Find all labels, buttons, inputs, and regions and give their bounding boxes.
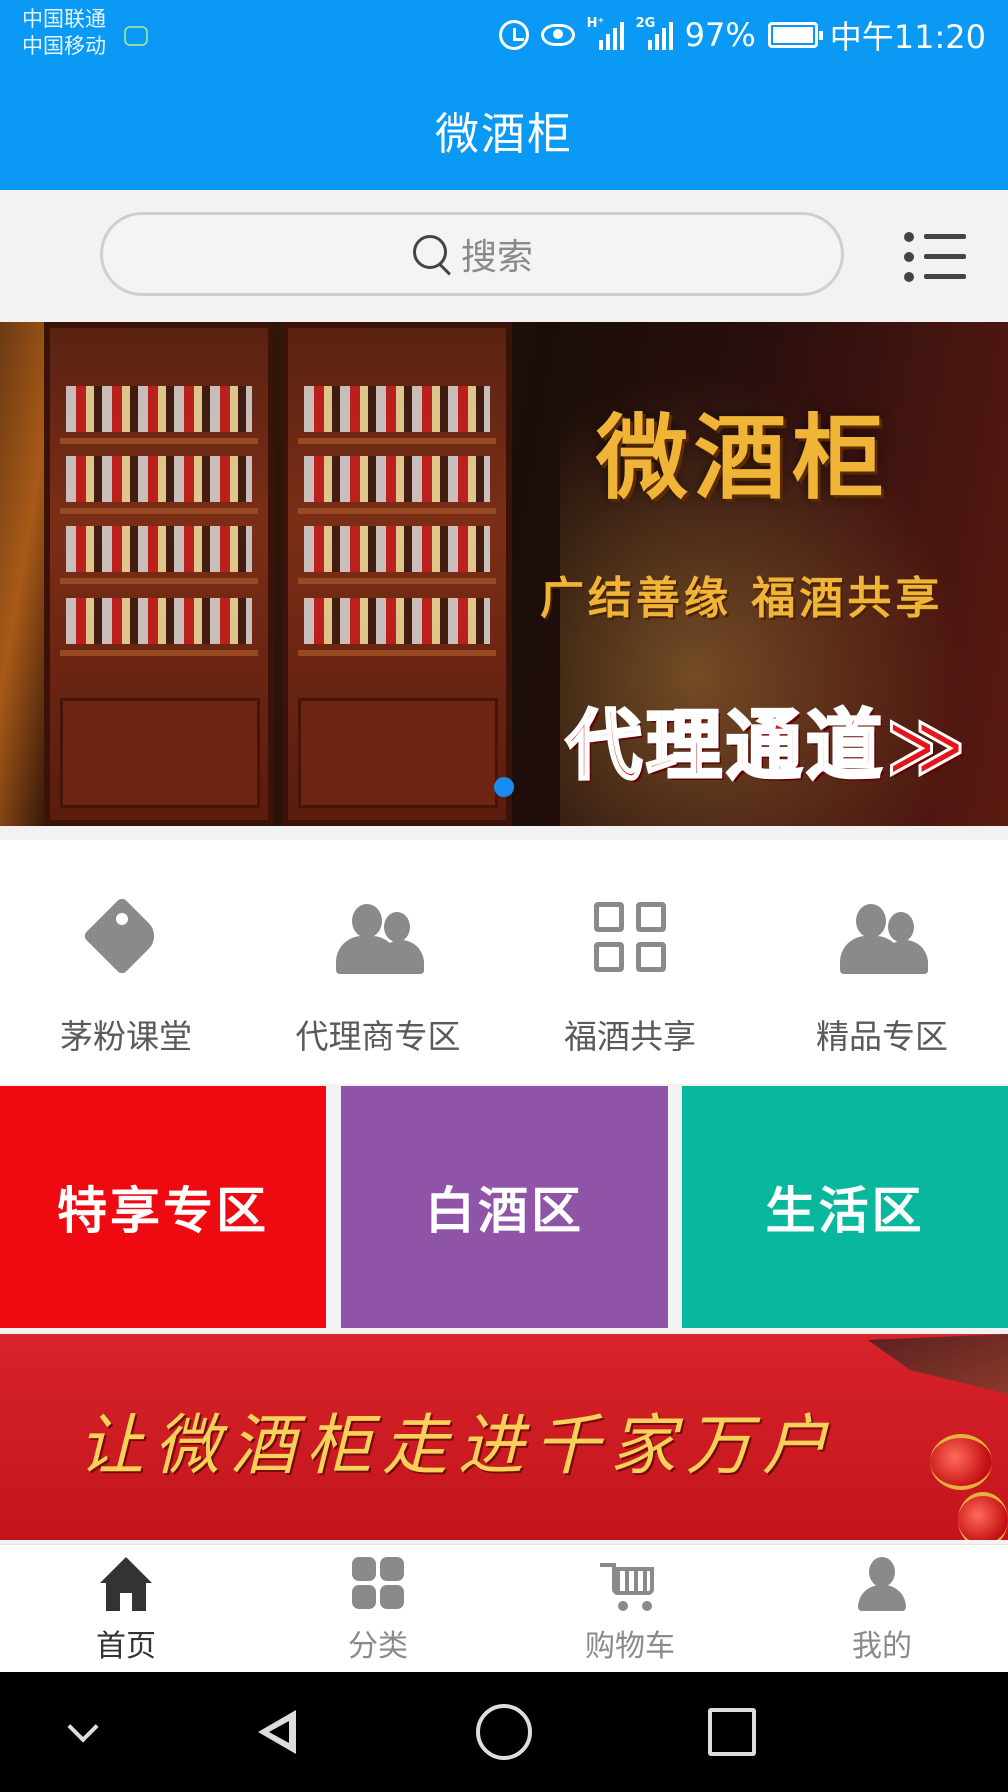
lantern-decoration bbox=[958, 1492, 1008, 1540]
nav-home[interactable]: 首页 bbox=[0, 1545, 252, 1673]
notification-message-icon bbox=[124, 26, 148, 46]
tile-exclusive-zone[interactable]: 特享专区 bbox=[0, 1086, 326, 1328]
menu-item-label: 代理商专区 bbox=[295, 1017, 461, 1056]
signal-2-icon: 2G bbox=[636, 16, 673, 50]
signal-1-label: H⁺ bbox=[586, 16, 605, 31]
banner-title: 微酒柜 bbox=[596, 405, 891, 512]
search-input[interactable]: 搜索 bbox=[100, 212, 844, 296]
hide-nav-icon[interactable] bbox=[54, 1702, 114, 1762]
status-icons: H⁺ 2G 97% 中午11:20 bbox=[498, 12, 986, 58]
profile-icon bbox=[852, 1555, 912, 1615]
system-navigation-bar bbox=[0, 1672, 1008, 1792]
banner-slogan: 广结善缘 福酒共享 bbox=[540, 573, 944, 624]
recent-apps-icon[interactable] bbox=[700, 1702, 760, 1762]
page-title: 微酒柜 bbox=[435, 109, 573, 160]
signal-2-label: 2G bbox=[635, 16, 656, 31]
zone-tiles: 特享专区 白酒区 生活区 bbox=[0, 1086, 1008, 1328]
battery-percent: 97% bbox=[684, 16, 756, 54]
carrier-info: 中国联通 中国移动 bbox=[22, 6, 106, 60]
menu-item-agent-zone[interactable]: 代理商专区 bbox=[252, 840, 504, 1084]
nav-category[interactable]: 分类 bbox=[252, 1545, 504, 1673]
clock: 中午11:20 bbox=[829, 18, 986, 56]
category-icon bbox=[348, 1555, 408, 1615]
users-icon bbox=[836, 902, 928, 980]
promo-banner-text: 让微酒柜走进千家万户 bbox=[78, 1407, 838, 1484]
menu-item-label: 精品专区 bbox=[816, 1017, 948, 1056]
menu-item-label: 福酒共享 bbox=[564, 1017, 696, 1056]
nav-label: 首页 bbox=[96, 1629, 156, 1664]
home-circle-icon[interactable] bbox=[474, 1702, 534, 1762]
nav-cart[interactable]: 购物车 bbox=[504, 1545, 756, 1673]
nav-label: 我的 bbox=[852, 1629, 912, 1664]
search-icon bbox=[411, 233, 453, 275]
tile-baijiu-zone[interactable]: 白酒区 bbox=[341, 1086, 668, 1328]
agent-channel-button[interactable]: 代理通道≫ bbox=[565, 684, 970, 794]
back-icon[interactable] bbox=[252, 1702, 312, 1762]
menu-item-maofen-class[interactable]: 茅粉课堂 bbox=[0, 840, 252, 1084]
status-bar: 中国联通 中国移动 H⁺ 2G 97% 中午11:20 bbox=[0, 0, 1008, 70]
carrier-2: 中国移动 bbox=[22, 34, 106, 58]
nav-label: 分类 bbox=[348, 1629, 408, 1664]
alarm-icon bbox=[498, 20, 529, 50]
signal-1-icon: H⁺ bbox=[587, 16, 624, 50]
roof-decoration bbox=[868, 1334, 1008, 1394]
bottom-navigation: 首页 分类 购物车 我的 bbox=[0, 1544, 1008, 1672]
battery-icon bbox=[767, 22, 823, 48]
category-menu: 茅粉课堂 代理商专区 福酒共享 精品专区 bbox=[0, 840, 1008, 1084]
nav-profile[interactable]: 我的 bbox=[756, 1545, 1008, 1673]
lantern-decoration bbox=[930, 1434, 992, 1490]
carrier-1: 中国联通 bbox=[22, 7, 106, 31]
cart-icon bbox=[600, 1555, 660, 1615]
promo-banner[interactable]: 让微酒柜走进千家万户 bbox=[0, 1334, 1008, 1540]
promo-carousel[interactable]: 微酒柜 广结善缘 福酒共享 代理通道≫ bbox=[0, 322, 1008, 826]
search-placeholder: 搜索 bbox=[460, 237, 533, 278]
menu-list-icon[interactable] bbox=[904, 232, 966, 282]
grid-icon bbox=[584, 902, 676, 980]
cabinet-image-right bbox=[282, 322, 512, 826]
menu-item-premium-zone[interactable]: 精品专区 bbox=[756, 840, 1008, 1084]
carousel-indicator[interactable] bbox=[494, 777, 514, 797]
tag-icon bbox=[80, 896, 172, 980]
home-icon bbox=[96, 1555, 156, 1615]
search-row: 搜索 bbox=[0, 190, 1008, 322]
users-icon bbox=[332, 902, 424, 980]
menu-item-label: 茅粉课堂 bbox=[60, 1017, 192, 1056]
nav-label: 购物车 bbox=[585, 1629, 675, 1664]
cabinet-image-left bbox=[44, 322, 274, 826]
menu-item-share-wine[interactable]: 福酒共享 bbox=[504, 840, 756, 1084]
tile-life-zone[interactable]: 生活区 bbox=[682, 1086, 1008, 1328]
app-header: 微酒柜 bbox=[0, 70, 1008, 190]
eye-comfort-icon bbox=[540, 24, 575, 46]
